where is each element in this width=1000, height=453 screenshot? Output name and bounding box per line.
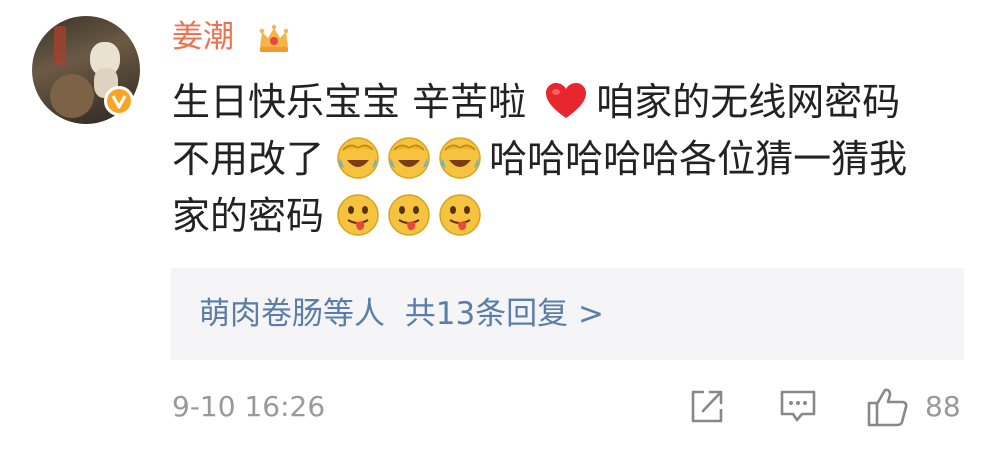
comment-text-segment: 哈哈哈哈哈各位猜一猜我 bbox=[489, 137, 908, 181]
comment-line-1: 生日快乐宝宝 辛苦啦 咱家的无线网密码 bbox=[172, 74, 972, 131]
avatar-person bbox=[50, 74, 94, 118]
avatar-bg-detail bbox=[54, 26, 66, 66]
laugh-cry-emoji-icon bbox=[388, 137, 430, 179]
like-button[interactable] bbox=[866, 386, 910, 428]
share-icon bbox=[691, 390, 723, 423]
verified-v-icon bbox=[104, 86, 134, 116]
replies-preview[interactable]: 萌肉卷肠等人 共13条回复 > bbox=[171, 268, 964, 360]
tongue-out-emoji-icon bbox=[439, 194, 481, 236]
comment-button[interactable] bbox=[778, 386, 818, 426]
chevron-right-icon[interactable]: > bbox=[578, 296, 604, 332]
comment-text-segment: 生日快乐宝宝 辛苦啦 bbox=[172, 80, 527, 124]
author-name[interactable]: 姜潮 bbox=[172, 17, 234, 57]
share-button[interactable] bbox=[688, 386, 726, 426]
thumbs-up-icon bbox=[867, 388, 908, 427]
crown-icon bbox=[259, 24, 289, 52]
reply-count[interactable]: 共13条回复 bbox=[405, 296, 568, 332]
comment-text-segment: 不用改了 bbox=[172, 137, 325, 181]
laugh-cry-emoji-icon bbox=[337, 137, 379, 179]
comment-text-segment: 家的密码 bbox=[172, 194, 325, 238]
tongue-out-emoji-icon bbox=[337, 194, 379, 236]
comment-text-segment: 咱家的无线网密码 bbox=[596, 80, 901, 124]
comment-line-3: 家的密码 bbox=[172, 188, 972, 245]
red-heart-icon bbox=[546, 83, 587, 118]
comment-icon bbox=[780, 390, 816, 422]
comment-line-2: 不用改了 哈哈哈哈哈各位猜一猜我 bbox=[172, 131, 972, 188]
timestamp: 9-10 16:26 bbox=[172, 390, 326, 423]
replies-link[interactable]: 萌肉卷肠等人 共13条回复 > bbox=[199, 296, 604, 332]
reply-people[interactable]: 萌肉卷肠等人 bbox=[199, 296, 385, 332]
laugh-cry-emoji-icon bbox=[439, 137, 481, 179]
comment-text: 生日快乐宝宝 辛苦啦 咱家的无线网密码 不用改了 哈哈哈哈哈各位猜一猜我 家的密… bbox=[172, 74, 972, 245]
like-count: 88 bbox=[925, 390, 961, 423]
tongue-out-emoji-icon bbox=[388, 194, 430, 236]
